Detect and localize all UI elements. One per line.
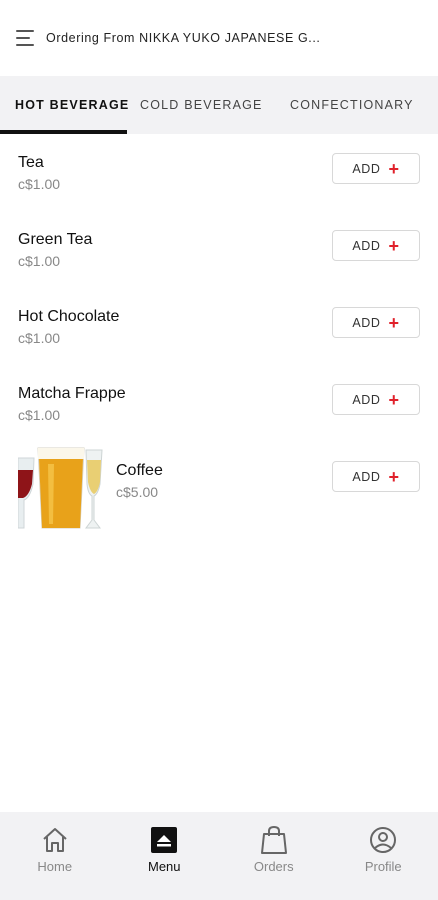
list-item: Matcha Frappe c$1.00 ADD + xyxy=(0,365,438,442)
add-label: ADD xyxy=(352,392,381,407)
home-icon xyxy=(40,825,70,855)
profile-icon xyxy=(368,825,398,855)
nav-label: Orders xyxy=(253,859,294,874)
list-item: Coffee c$5.00 ADD + xyxy=(0,442,438,542)
app-header: Ordering From NIKKA YUKO JAPANESE G... xyxy=(0,0,438,76)
item-price: c$1.00 xyxy=(18,176,61,192)
hamburger-menu-icon[interactable] xyxy=(16,30,36,46)
plus-icon: + xyxy=(388,158,400,179)
add-button[interactable]: ADD + xyxy=(332,307,420,338)
add-label: ADD xyxy=(352,238,381,253)
plus-icon: + xyxy=(388,389,400,410)
nav-label: Menu xyxy=(147,859,181,874)
nav-profile[interactable]: Profile xyxy=(329,812,438,900)
nav-menu[interactable]: Menu xyxy=(110,812,220,900)
item-name: Green Tea xyxy=(18,231,93,248)
list-item: Green Tea c$1.00 ADD + xyxy=(0,211,438,288)
tab-confectionary[interactable]: CONFECTIONARY xyxy=(290,76,438,134)
bottom-navigation: Home Menu Orders Profile xyxy=(0,812,438,900)
category-tabs: HOT BEVERAGE COLD BEVERAGE CONFECTIONARY xyxy=(0,76,438,134)
add-label: ADD xyxy=(352,315,381,330)
list-item: Hot Chocolate c$1.00 ADD + xyxy=(0,288,438,365)
tab-cold-beverage[interactable]: COLD BEVERAGE xyxy=(140,76,290,134)
item-price: c$1.00 xyxy=(18,407,61,423)
ordering-from-title[interactable]: Ordering From NIKKA YUKO JAPANESE G... xyxy=(46,31,321,45)
add-button[interactable]: ADD + xyxy=(332,384,420,415)
plus-icon: + xyxy=(388,466,400,487)
item-name: Tea xyxy=(18,154,44,171)
add-button[interactable]: ADD + xyxy=(332,461,420,492)
add-label: ADD xyxy=(352,161,381,176)
list-item: Tea c$1.00 ADD + xyxy=(0,134,438,211)
nav-home[interactable]: Home xyxy=(0,812,110,900)
drinks-photo[interactable] xyxy=(18,444,108,530)
item-name: Hot Chocolate xyxy=(18,308,120,325)
menu-item-list: Tea c$1.00 ADD + Green Tea c$1.00 ADD + … xyxy=(0,134,438,542)
nav-orders[interactable]: Orders xyxy=(219,812,329,900)
item-price: c$1.00 xyxy=(18,330,61,346)
tab-hot-beverage[interactable]: HOT BEVERAGE xyxy=(0,76,140,134)
add-button[interactable]: ADD + xyxy=(332,153,420,184)
item-price: c$1.00 xyxy=(18,253,61,269)
menu-icon xyxy=(149,825,179,855)
item-name: Coffee xyxy=(116,462,163,479)
nav-label: Profile xyxy=(364,859,402,874)
add-button[interactable]: ADD + xyxy=(332,230,420,261)
item-price: c$5.00 xyxy=(116,484,159,500)
add-label: ADD xyxy=(352,469,381,484)
item-name: Matcha Frappe xyxy=(18,385,126,402)
plus-icon: + xyxy=(388,312,400,333)
bag-icon xyxy=(259,825,289,855)
nav-label: Home xyxy=(37,859,73,874)
plus-icon: + xyxy=(388,235,400,256)
